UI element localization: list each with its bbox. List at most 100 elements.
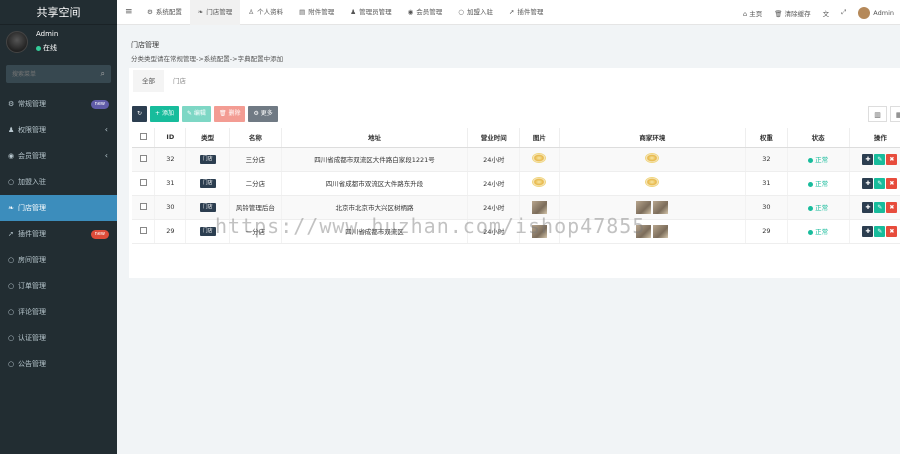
sidebar-item-plugins[interactable]: ➚ 插件管理 new: [0, 221, 117, 247]
new-badge: new: [90, 230, 109, 239]
user-icon: ♙: [248, 8, 255, 16]
subtab-all[interactable]: 全部: [133, 70, 164, 92]
tab-franchise[interactable]: ○ 加盟入驻: [450, 0, 501, 25]
cell-actions: ✚ ✎ ✖: [849, 147, 900, 172]
refresh-icon: ↻: [137, 110, 143, 117]
subtab-store[interactable]: 门店: [164, 70, 195, 92]
sidebar-item-rooms[interactable]: ○ 房间管理: [0, 247, 117, 273]
drag-icon[interactable]: ✚: [862, 201, 874, 213]
type-badge: 门店: [199, 203, 216, 212]
drag-icon[interactable]: ✚: [862, 153, 874, 165]
col-hours[interactable]: 营业时间: [467, 128, 521, 148]
menu-toggle-icon[interactable]: ≡: [125, 7, 133, 17]
translate-icon[interactable]: 文: [817, 8, 836, 18]
row-checkbox[interactable]: [132, 147, 156, 172]
drag-icon[interactable]: ✚: [862, 177, 874, 189]
columns-menu-icon[interactable]: ▦▾: [889, 106, 900, 122]
environment-photo-thumbnail[interactable]: [653, 200, 669, 214]
store-logo-thumbnail[interactable]: [532, 177, 547, 187]
delete-label: 删除: [228, 110, 241, 117]
tab-plugins[interactable]: ➚ 插件管理: [501, 0, 551, 25]
cell-status: 正常: [787, 219, 850, 244]
row-checkbox[interactable]: [132, 195, 156, 220]
col-address[interactable]: 地址: [281, 128, 469, 148]
search-icon[interactable]: ⌕: [101, 69, 105, 79]
environment-thumbnail[interactable]: [645, 177, 660, 187]
store-logo-thumbnail[interactable]: [532, 153, 547, 163]
col-weight[interactable]: 权重: [745, 128, 788, 148]
sidebar-item-label: 房间管理: [18, 256, 46, 264]
sidebar-item-permissions[interactable]: ♟ 权限管理 ‹: [0, 117, 117, 143]
delete-row-icon[interactable]: ✖: [886, 201, 898, 213]
sidebar-item-verification[interactable]: ○ 认证管理: [0, 325, 117, 351]
brand-title[interactable]: 共享空间: [0, 0, 117, 25]
cell-type: 门店: [185, 195, 230, 220]
type-badge: 门店: [199, 227, 216, 236]
environment-photo-thumbnail[interactable]: [636, 200, 652, 214]
environment-photo-thumbnail[interactable]: [636, 224, 652, 238]
delete-row-icon[interactable]: ✖: [886, 153, 898, 165]
view-toggle-icon[interactable]: ▥: [868, 106, 887, 122]
tab-attachments[interactable]: ▤ 附件管理: [291, 0, 342, 25]
tab-members[interactable]: ◉ 会员管理: [400, 0, 451, 25]
sidebar-item-general[interactable]: ⚙ 常规管理 new: [0, 91, 117, 117]
home-link[interactable]: ⌂ 主页: [737, 8, 768, 18]
cell-hours: 24小时: [467, 219, 521, 244]
sidebar-item-orders[interactable]: ○ 订单管理: [0, 273, 117, 299]
drag-icon[interactable]: ✚: [862, 225, 874, 237]
edit-row-icon[interactable]: ✎: [874, 225, 886, 237]
environment-photo-thumbnail[interactable]: [653, 224, 669, 238]
sidebar-item-stores[interactable]: ❧ 门店管理: [0, 195, 117, 221]
clear-cache-button[interactable]: 🗑 清除缓存: [768, 8, 816, 18]
sidebar-item-franchise[interactable]: ○ 加盟入驻: [0, 169, 117, 195]
tab-admins[interactable]: ♟ 管理员管理: [342, 0, 399, 25]
tab-store-management[interactable]: ❧ 门店管理: [189, 0, 241, 25]
col-name[interactable]: 名称: [229, 128, 282, 148]
tab-profile[interactable]: ♙ 个人资料: [240, 0, 291, 25]
edit-button[interactable]: ✎ 编辑: [181, 106, 211, 122]
circle-icon: ○: [8, 282, 15, 290]
sidebar-item-announcements[interactable]: ○ 公告管理: [0, 351, 117, 377]
store-photo-thumbnail[interactable]: [531, 200, 547, 214]
cell-weight: 31: [745, 171, 788, 196]
sidebar-item-members[interactable]: ◉ 会员管理 ‹: [0, 143, 117, 169]
row-checkbox[interactable]: [132, 171, 156, 196]
more-button[interactable]: ⚙ 更多: [248, 106, 278, 122]
cell-hours: 24小时: [467, 171, 521, 196]
sidebar-item-label: 会员管理: [18, 152, 46, 160]
cell-hours: 24小时: [467, 195, 521, 220]
col-id[interactable]: ID: [154, 128, 187, 148]
user-circle-icon: ◉: [8, 152, 15, 160]
col-environment[interactable]: 商家环境: [559, 128, 747, 148]
circle-icon: ○: [8, 178, 15, 186]
col-status[interactable]: 状态: [787, 128, 850, 148]
environment-thumbnail[interactable]: [645, 153, 660, 163]
cell-name: 三分店: [229, 147, 282, 172]
row-checkbox[interactable]: [132, 219, 156, 244]
add-button[interactable]: + 添加: [150, 106, 179, 122]
refresh-button[interactable]: ↻: [132, 106, 148, 122]
delete-row-icon[interactable]: ✖: [886, 225, 898, 237]
delete-button[interactable]: 🗑 删除: [213, 106, 246, 122]
edit-row-icon[interactable]: ✎: [874, 153, 886, 165]
edit-row-icon[interactable]: ✎: [874, 177, 886, 189]
table-row: 31 门店 二分店 四川省成都市双流区大件路东升段 24小时 31 正常 ✚ ✎ ✖: [132, 171, 900, 196]
user-menu[interactable]: Admin: [852, 6, 900, 19]
cell-type: 门店: [185, 219, 230, 244]
group-icon: ♟: [8, 126, 15, 134]
fullscreen-icon[interactable]: ⤢: [835, 8, 852, 17]
file-icon: ▤: [299, 8, 306, 16]
sidebar-item-reviews[interactable]: ○ 评论管理: [0, 299, 117, 325]
menu-search-input[interactable]: [6, 65, 96, 83]
cell-id: 30: [154, 195, 187, 220]
col-image[interactable]: 图片: [519, 128, 560, 148]
tab-system-config[interactable]: ⚙ 系统配置: [139, 0, 190, 25]
avatar[interactable]: [6, 31, 28, 53]
store-photo-thumbnail[interactable]: [531, 224, 547, 238]
col-type[interactable]: 类型: [185, 128, 230, 148]
main-content: 门店管理 分类类型请在常规管理->系统配置->字典配置中添加 全部 门店 ↻ +…: [117, 25, 900, 454]
delete-row-icon[interactable]: ✖: [886, 177, 898, 189]
select-all-checkbox[interactable]: [132, 128, 156, 148]
cell-environment: [559, 219, 747, 244]
edit-row-icon[interactable]: ✎: [874, 201, 886, 213]
